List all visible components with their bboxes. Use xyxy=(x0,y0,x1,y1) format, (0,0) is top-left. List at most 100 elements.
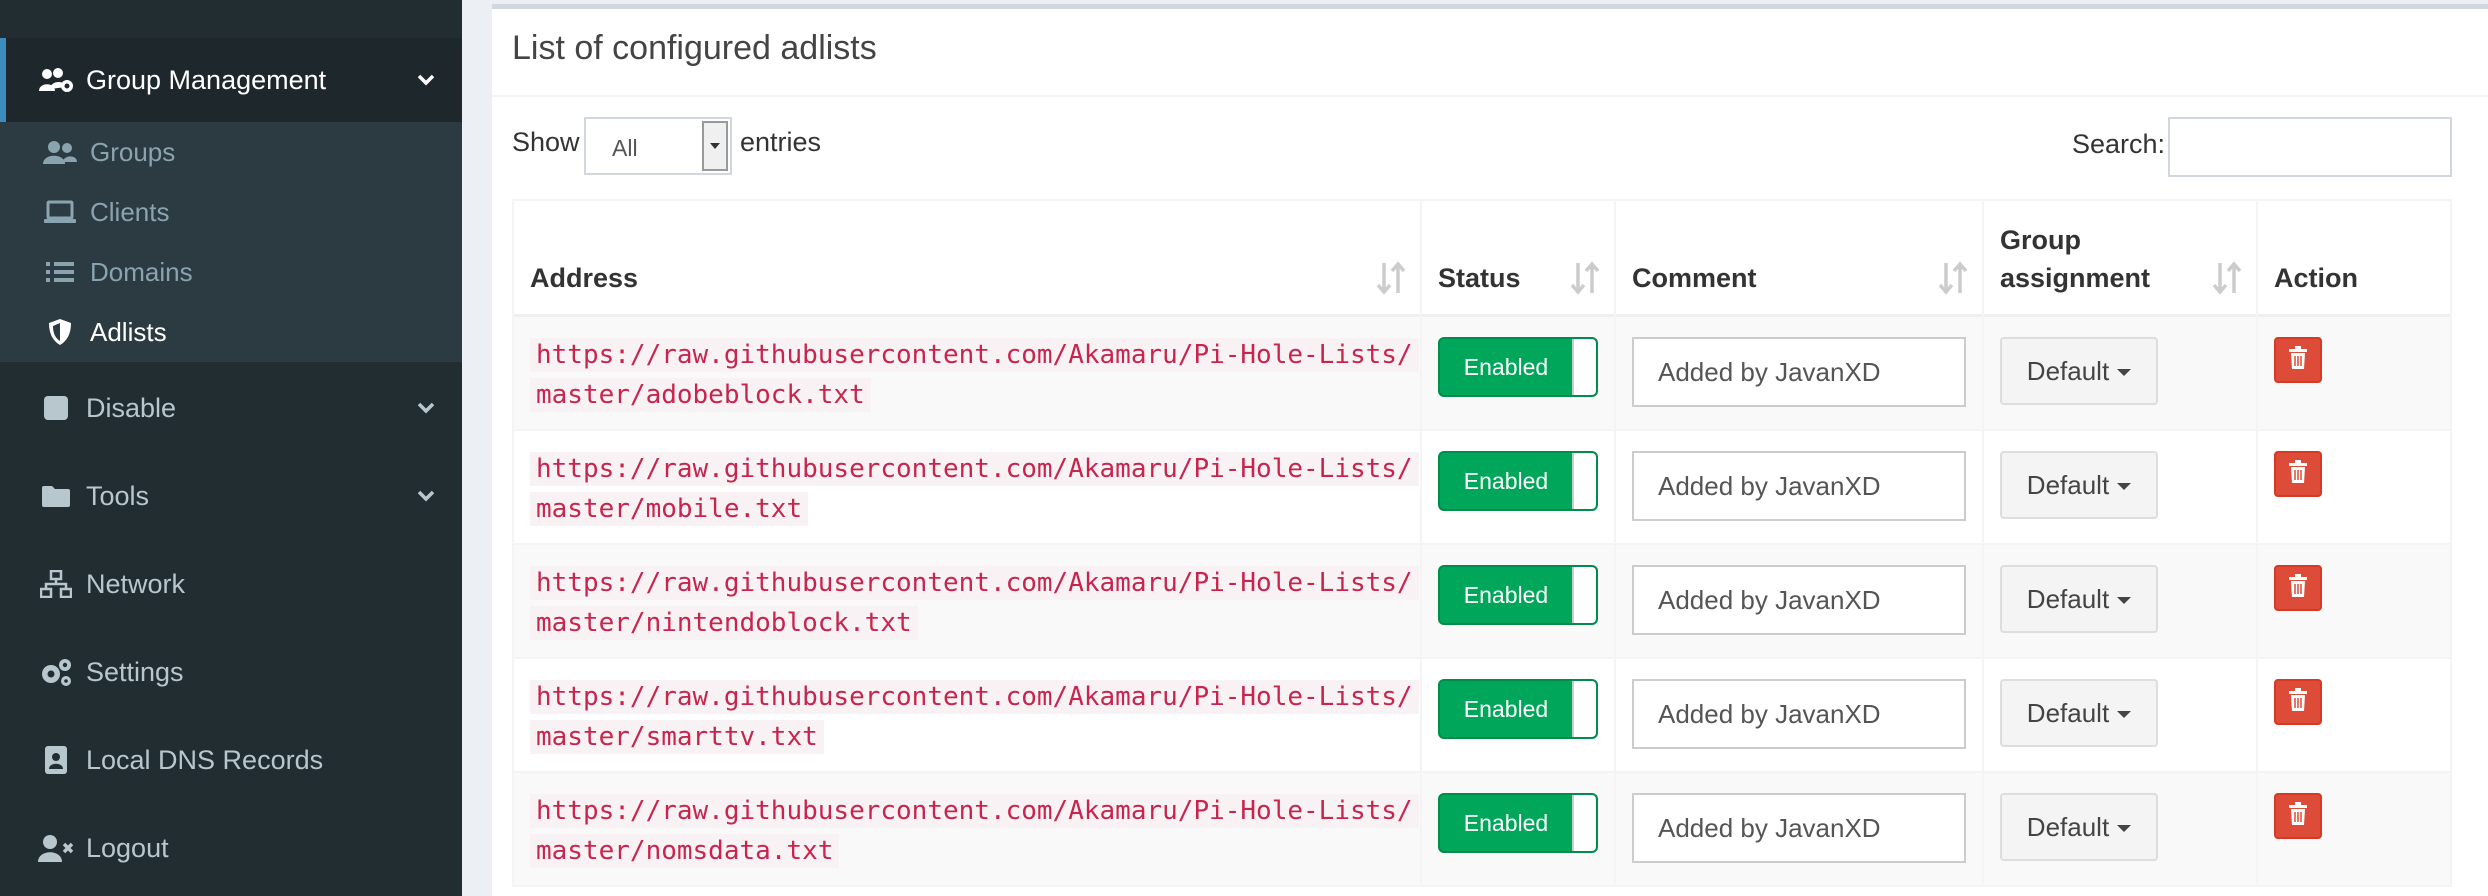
sidebar: Group Management Groups Clients Domains xyxy=(0,0,462,896)
group-assignment-dropdown[interactable]: Default xyxy=(2000,451,2158,519)
sidebar-item-domains[interactable]: Domains xyxy=(0,242,462,302)
sidebar-item-clients[interactable]: Clients xyxy=(0,182,462,242)
adlists-box: List of configured adlists Show All entr… xyxy=(492,4,2488,896)
sidebar-item-label: Local DNS Records xyxy=(86,744,324,775)
table-row: https://raw.githubusercontent.com/Akamar… xyxy=(512,659,2452,773)
sidebar-item-groups[interactable]: Groups xyxy=(0,122,462,182)
status-toggle[interactable]: Enabled xyxy=(1438,337,1598,397)
status-toggle[interactable]: Enabled xyxy=(1438,793,1598,853)
sidebar-item-tools[interactable]: Tools xyxy=(0,454,462,538)
action-cell xyxy=(2258,317,2452,431)
sidebar-item-label: Tools xyxy=(86,480,150,511)
status-cell: Enabled xyxy=(1422,659,1616,773)
address-cell: https://raw.githubusercontent.com/Akamar… xyxy=(512,773,1422,887)
address-book-icon xyxy=(36,745,76,775)
action-cell xyxy=(2258,431,2452,545)
column-header-status[interactable]: Status xyxy=(1422,201,1616,319)
network-icon xyxy=(36,569,76,599)
group-cell: Default xyxy=(1984,317,2258,431)
sidebar-item-label: Clients xyxy=(90,196,170,227)
sidebar-top-remnant xyxy=(0,0,462,36)
caret-down-icon xyxy=(2117,710,2132,718)
sidebar-item-label: Settings xyxy=(86,656,184,687)
column-header-comment[interactable]: Comment xyxy=(1616,201,1984,319)
sidebar-item-label: Adlists xyxy=(90,316,167,347)
sidebar-item-disable[interactable]: Disable xyxy=(0,366,462,450)
sidebar-item-label: Domains xyxy=(90,256,193,287)
main-content: List of configured adlists Show All entr… xyxy=(462,0,2488,896)
comment-cell: Added by JavanXD xyxy=(1616,773,1984,887)
chevron-down-icon xyxy=(406,481,446,511)
comment-input[interactable]: Added by JavanXD xyxy=(1632,337,1966,407)
gears-icon xyxy=(36,657,76,687)
status-cell: Enabled xyxy=(1422,773,1616,887)
adlist-address: https://raw.githubusercontent.com/Akamar… xyxy=(530,791,1419,871)
sidebar-item-settings[interactable]: Settings xyxy=(0,630,462,714)
user-friends-icon xyxy=(42,137,78,167)
address-cell: https://raw.githubusercontent.com/Akamar… xyxy=(512,431,1422,545)
comment-cell: Added by JavanXD xyxy=(1616,431,1984,545)
group-assignment-dropdown[interactable]: Default xyxy=(2000,679,2158,747)
caret-down-icon xyxy=(2117,482,2132,490)
table-row: https://raw.githubusercontent.com/Akamar… xyxy=(512,773,2452,887)
action-cell xyxy=(2258,659,2452,773)
status-cell: Enabled xyxy=(1422,431,1616,545)
delete-button[interactable] xyxy=(2274,565,2322,611)
sidebar-item-network[interactable]: Network xyxy=(0,542,462,626)
group-assignment-dropdown[interactable]: Default xyxy=(2000,565,2158,633)
caret-down-icon xyxy=(2117,824,2132,832)
sidebar-item-label: Group Management xyxy=(86,64,327,95)
caret-down-icon xyxy=(702,121,728,171)
caret-down-icon xyxy=(2117,596,2132,604)
comment-cell: Added by JavanXD xyxy=(1616,659,1984,773)
table-row: https://raw.githubusercontent.com/Akamar… xyxy=(512,317,2452,431)
sidebar-item-group-management[interactable]: Group Management xyxy=(0,38,462,122)
adlist-address: https://raw.githubusercontent.com/Akamar… xyxy=(530,449,1419,529)
sort-icon xyxy=(1376,261,1406,295)
shield-icon xyxy=(42,317,78,347)
table-header: Address Status Comment Group assignment A… xyxy=(512,199,2452,319)
delete-button[interactable] xyxy=(2274,793,2322,839)
comment-input[interactable]: Added by JavanXD xyxy=(1632,451,1966,521)
group-assignment-dropdown[interactable]: Default xyxy=(2000,337,2158,405)
status-cell: Enabled xyxy=(1422,317,1616,431)
table-row: https://raw.githubusercontent.com/Akamar… xyxy=(512,431,2452,545)
adlist-address: https://raw.githubusercontent.com/Akamar… xyxy=(530,677,1419,757)
search-input[interactable] xyxy=(2168,117,2452,177)
trash-icon xyxy=(2288,573,2308,603)
delete-button[interactable] xyxy=(2274,337,2322,383)
chevron-down-icon xyxy=(406,393,446,423)
status-cell: Enabled xyxy=(1422,545,1616,659)
status-toggle[interactable]: Enabled xyxy=(1438,565,1598,625)
entries-select[interactable]: All xyxy=(584,117,732,175)
trash-icon xyxy=(2288,459,2308,489)
show-label: Show xyxy=(512,127,580,157)
column-header-address[interactable]: Address xyxy=(512,201,1422,319)
comment-input[interactable]: Added by JavanXD xyxy=(1632,679,1966,749)
stop-square-icon xyxy=(36,393,76,423)
group-management-submenu: Groups Clients Domains Adlists xyxy=(0,122,462,362)
sort-icon xyxy=(1938,261,1968,295)
comment-input[interactable]: Added by JavanXD xyxy=(1632,793,1966,863)
sidebar-item-adlists[interactable]: Adlists xyxy=(0,302,462,362)
status-toggle[interactable]: Enabled xyxy=(1438,451,1598,511)
sidebar-item-label: Logout xyxy=(86,832,169,863)
sidebar-item-local-dns-records[interactable]: Local DNS Records xyxy=(0,718,462,802)
group-cell: Default xyxy=(1984,545,2258,659)
laptop-icon xyxy=(42,197,78,227)
status-toggle[interactable]: Enabled xyxy=(1438,679,1598,739)
box-title: List of configured adlists xyxy=(512,29,877,67)
column-header-group-assignment[interactable]: Group assignment xyxy=(1984,201,2258,319)
entries-select-value: All xyxy=(612,135,638,161)
delete-button[interactable] xyxy=(2274,679,2322,725)
trash-icon xyxy=(2288,345,2308,375)
group-assignment-dropdown[interactable]: Default xyxy=(2000,793,2158,861)
sidebar-item-label: Groups xyxy=(90,136,176,167)
sidebar-item-logout[interactable]: Logout xyxy=(0,806,462,890)
comment-cell: Added by JavanXD xyxy=(1616,317,1984,431)
comment-cell: Added by JavanXD xyxy=(1616,545,1984,659)
group-cell: Default xyxy=(1984,431,2258,545)
delete-button[interactable] xyxy=(2274,451,2322,497)
comment-input[interactable]: Added by JavanXD xyxy=(1632,565,1966,635)
sidebar-item-label: Network xyxy=(86,568,186,599)
